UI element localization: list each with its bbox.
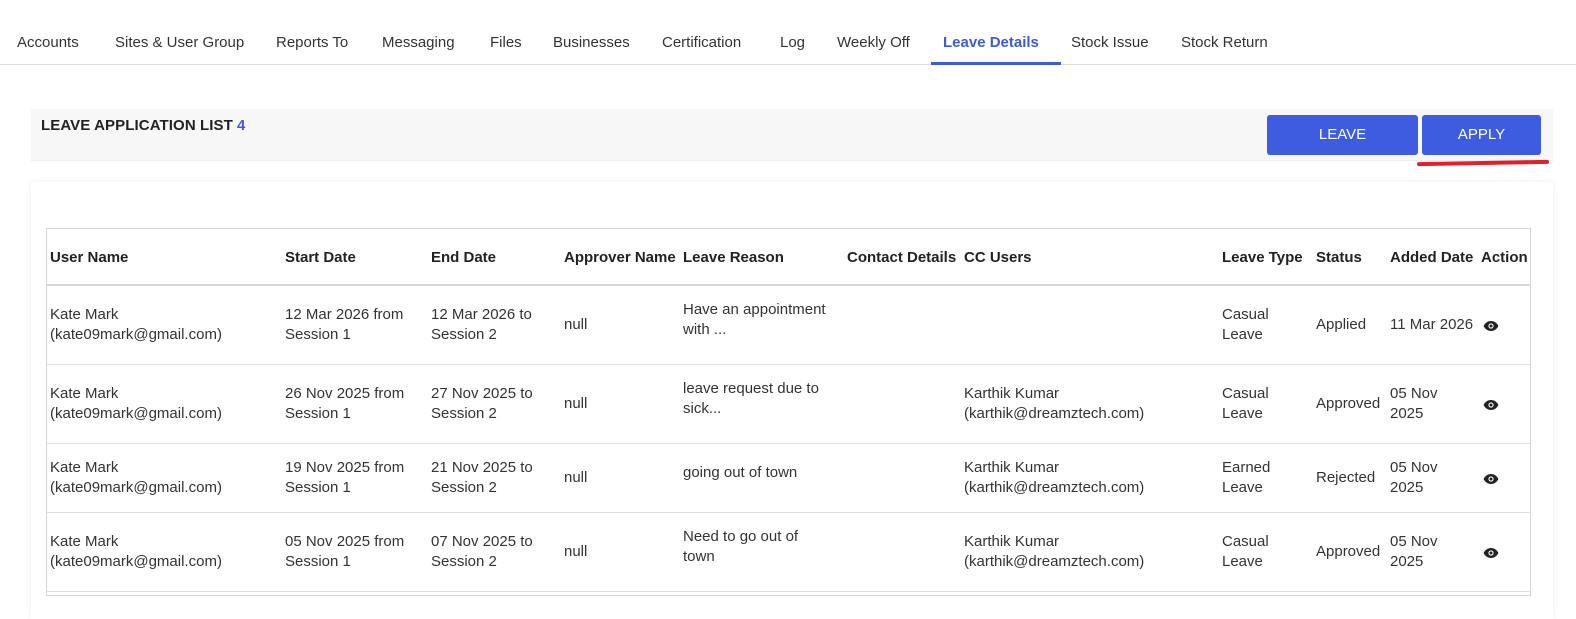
column-header-status: Status xyxy=(1316,249,1362,266)
tab-log[interactable]: Log xyxy=(780,34,805,51)
cell-cc-users: Karthik Kumar (karthik@dreamztech.com) xyxy=(964,385,1145,422)
leave-list-header: LEAVE APPLICATION LIST 4 LEAVE REQUESTS A… xyxy=(31,109,1553,183)
table-row: Kate Mark (kate09mark@gmail.com) 26 Nov … xyxy=(47,365,1530,444)
tab-reports-to[interactable]: Reports To xyxy=(276,34,348,51)
leave-requests-button[interactable]: LEAVE REQUESTS xyxy=(1267,115,1418,183)
tab-messaging[interactable]: Messaging xyxy=(382,34,455,51)
tab-weekly-off[interactable]: Weekly Off xyxy=(837,34,910,51)
cell-end-date: 21 Nov 2025 to Session 2 xyxy=(431,459,533,496)
column-header-start-date: Start Date xyxy=(285,249,356,266)
table-row: Kate Mark (kate09mark@gmail.com) 12 Mar … xyxy=(47,286,1530,365)
tab-sites-user-group[interactable]: Sites & User Group xyxy=(115,34,244,51)
cell-end-date: 27 Nov 2025 to Session 2 xyxy=(431,385,533,422)
cell-start-date: 05 Nov 2025 from Session 1 xyxy=(285,533,405,570)
cell-leave-type: Earned Leave xyxy=(1222,459,1271,496)
tab-businesses[interactable]: Businesses xyxy=(553,34,630,51)
table-row: Kate Mark (kate09mark@gmail.com) 05 Nov … xyxy=(47,513,1530,592)
tab-bar: Accounts Sites & User Group Reports To M… xyxy=(0,0,1576,65)
cell-cc-users: Karthik Kumar (karthik@dreamztech.com) xyxy=(964,533,1145,570)
cell-start-date: 26 Nov 2025 from Session 1 xyxy=(285,385,405,422)
eye-icon[interactable] xyxy=(1483,473,1499,485)
column-header-action: Action xyxy=(1481,249,1528,266)
cell-status: Applied xyxy=(1316,316,1367,333)
column-header-contact-details: Contact Details xyxy=(847,249,957,266)
cell-user-name: Kate Mark (kate09mark@gmail.com) xyxy=(50,533,222,570)
column-header-cc-users: CC Users xyxy=(964,249,1032,266)
cell-status: Rejected xyxy=(1316,469,1376,486)
apply-leave-button[interactable]: APPLY LEAVE xyxy=(1422,115,1541,183)
column-header-leave-type: Leave Type xyxy=(1222,249,1303,266)
cell-leave-type: Casual Leave xyxy=(1222,385,1269,422)
tab-files[interactable]: Files xyxy=(490,34,522,51)
eye-icon[interactable] xyxy=(1483,320,1499,332)
eye-icon[interactable] xyxy=(1483,547,1499,559)
cell-approver-name: null xyxy=(564,316,588,333)
cell-status: Approved xyxy=(1316,395,1381,412)
cell-added-date: 11 Mar 2026 xyxy=(1390,316,1474,333)
page-title: LEAVE APPLICATION LIST 4 xyxy=(41,117,245,134)
cell-leave-reason: leave request due to sick... xyxy=(683,380,819,417)
tab-accounts[interactable]: Accounts xyxy=(17,34,79,51)
cell-approver-name: null xyxy=(564,469,588,486)
list-count-badge: 4 xyxy=(236,117,246,134)
cell-leave-reason: Need to go out of town xyxy=(683,528,799,565)
column-header-leave-reason: Leave Reason xyxy=(683,249,784,266)
tab-stock-return[interactable]: Stock Return xyxy=(1181,34,1268,51)
column-header-approver-name: Approver Name xyxy=(564,249,676,266)
cell-user-name: Kate Mark (kate09mark@gmail.com) xyxy=(50,385,222,422)
list-title-text: LEAVE APPLICATION LIST xyxy=(41,117,233,134)
cell-approver-name: null xyxy=(564,543,588,560)
cell-user-name: Kate Mark (kate09mark@gmail.com) xyxy=(50,459,222,496)
leave-table: User Name Start Date End Date Approver N… xyxy=(46,228,1531,596)
cell-end-date: 12 Mar 2026 to Session 2 xyxy=(431,306,532,343)
cell-leave-type: Casual Leave xyxy=(1222,306,1269,343)
cell-added-date: 05 Nov 2025 xyxy=(1390,533,1438,570)
tab-certification[interactable]: Certification xyxy=(662,34,741,51)
eye-icon[interactable] xyxy=(1483,399,1499,411)
cell-added-date: 05 Nov 2025 xyxy=(1390,385,1438,422)
table-row: Kate Mark (kate09mark@gmail.com) 19 Nov … xyxy=(47,444,1530,513)
cell-added-date: 05 Nov 2025 xyxy=(1390,459,1438,496)
cell-status: Approved xyxy=(1316,543,1381,560)
cell-leave-type: Casual Leave xyxy=(1222,533,1269,570)
tab-stock-issue[interactable]: Stock Issue xyxy=(1071,34,1149,51)
tab-leave-details[interactable]: Leave Details xyxy=(943,34,1039,51)
cell-end-date: 07 Nov 2025 to Session 2 xyxy=(431,533,533,570)
cell-cc-users: Karthik Kumar (karthik@dreamztech.com) xyxy=(964,459,1145,496)
column-header-end-date: End Date xyxy=(431,249,497,266)
column-header-user-name: User Name xyxy=(50,249,129,266)
active-tab-indicator xyxy=(931,62,1061,65)
cell-leave-reason: Have an appointment with ... xyxy=(683,301,826,338)
column-header-added-date: Added Date xyxy=(1390,249,1474,266)
cell-start-date: 19 Nov 2025 from Session 1 xyxy=(285,459,405,496)
cell-approver-name: null xyxy=(564,395,588,412)
cell-leave-reason: going out of town xyxy=(683,464,798,481)
cell-user-name: Kate Mark (kate09mark@gmail.com) xyxy=(50,306,222,343)
cell-start-date: 12 Mar 2026 from Session 1 xyxy=(285,306,404,343)
leave-table-card: User Name Start Date End Date Approver N… xyxy=(31,182,1553,619)
